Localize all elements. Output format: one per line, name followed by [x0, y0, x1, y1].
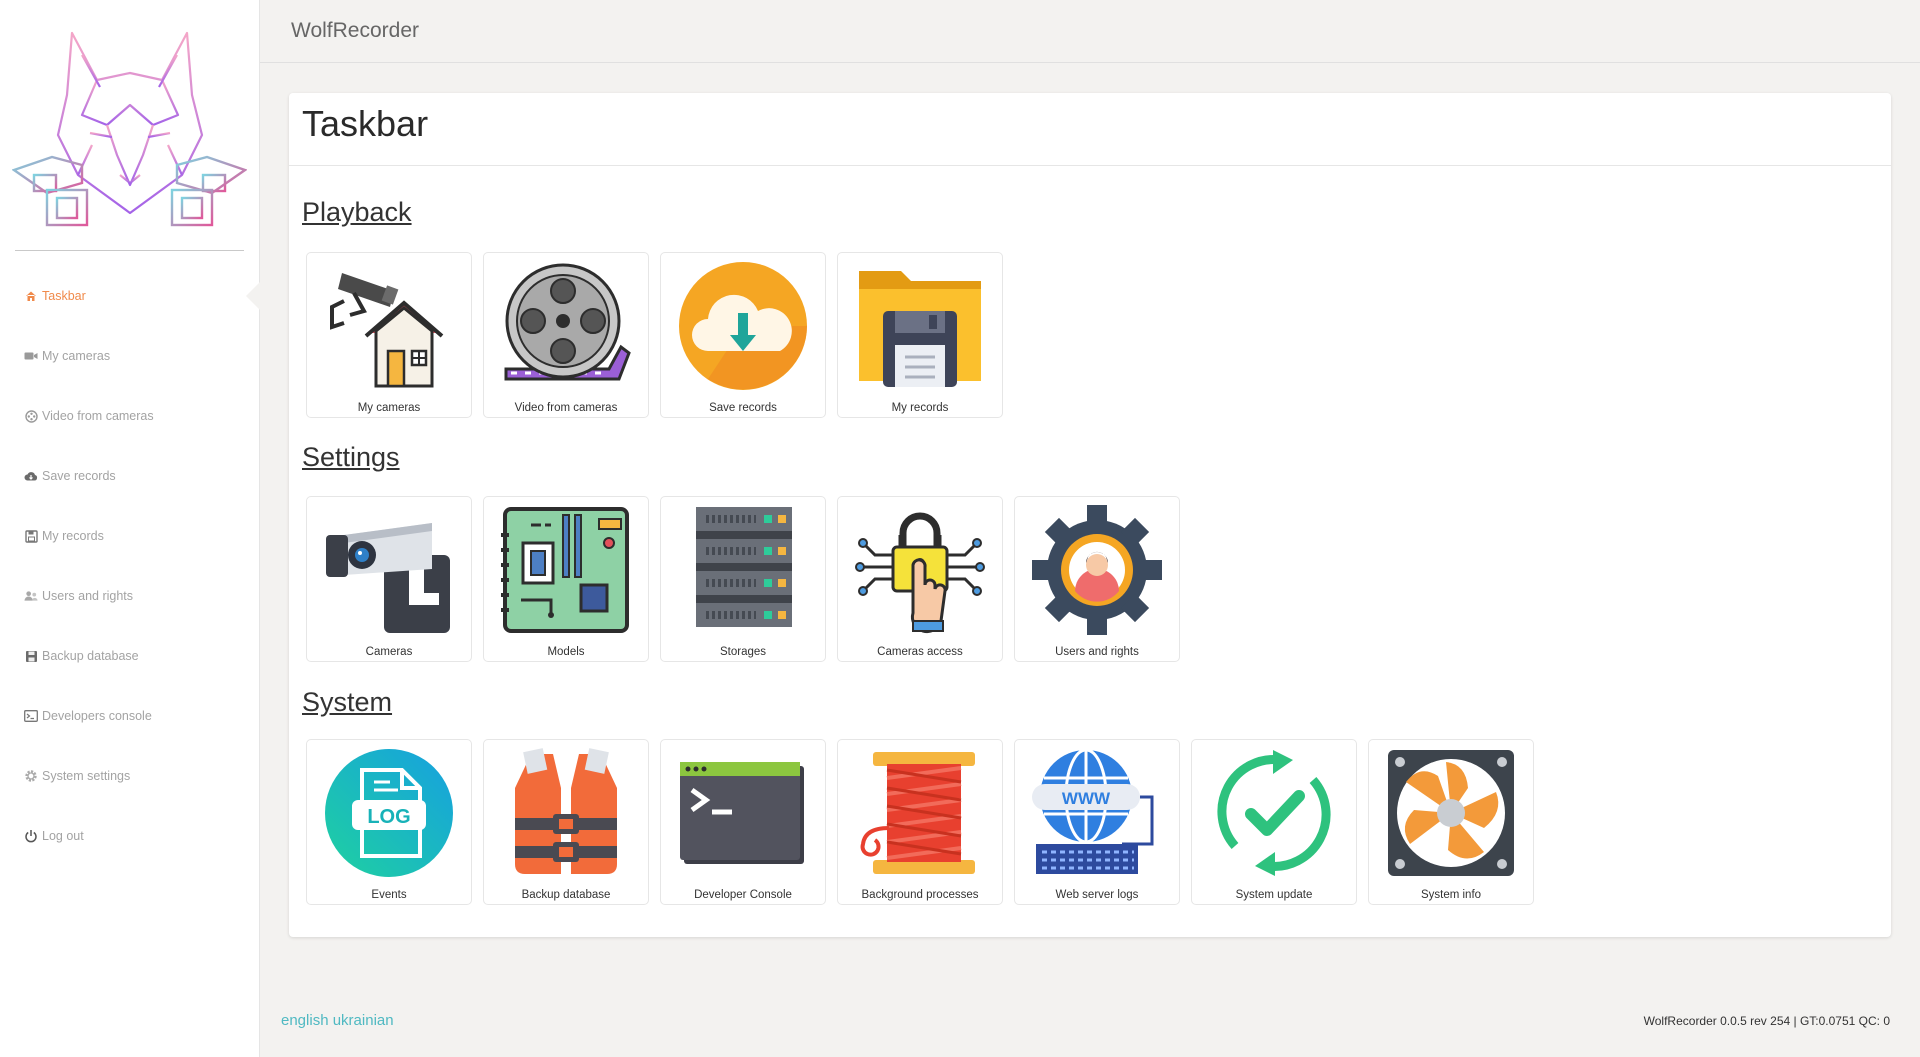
- section-title-settings: Settings: [302, 442, 400, 472]
- sidebar-item-label: Save records: [42, 469, 116, 483]
- tile-storages[interactable]: Storages: [660, 496, 826, 662]
- tile-cameras[interactable]: Cameras: [306, 496, 472, 662]
- film-reel-icon: [24, 409, 38, 423]
- tile-label: Developer Console: [694, 889, 792, 901]
- section-title-system: System: [302, 687, 393, 717]
- user-gear-icon: [1032, 505, 1162, 635]
- tile-save-records[interactable]: Save records: [660, 252, 826, 418]
- thread-spool-icon: [860, 752, 975, 874]
- tile-label: Cameras access: [877, 646, 963, 658]
- cctv-house-icon: [330, 273, 444, 388]
- language-switcher: english ukrainian: [281, 1012, 394, 1029]
- svg-text:WWW: WWW: [1062, 789, 1111, 808]
- sidebar-item-users-and-rights[interactable]: Users and rights: [0, 566, 259, 626]
- section-title-playback: Playback: [302, 197, 412, 227]
- app-title: WolfRecorder: [291, 19, 419, 42]
- sidebar-item-my-cameras[interactable]: My cameras: [0, 326, 259, 386]
- sidebar-item-save-records[interactable]: Save records: [0, 446, 259, 506]
- tile-background-processes[interactable]: Background processes: [837, 739, 1003, 905]
- sidebar-divider: [15, 250, 244, 251]
- language-english-link[interactable]: english: [281, 1012, 329, 1029]
- tile-label: Storages: [719, 646, 767, 658]
- tile-system-info[interactable]: System info: [1368, 739, 1534, 905]
- tile-label: Save records: [709, 402, 777, 414]
- sidebar-nav: Taskbar My cameras Video from cameras Sa…: [0, 266, 260, 866]
- tile-label: Cameras: [365, 646, 413, 658]
- sidebar-item-backup-database[interactable]: Backup database: [0, 626, 259, 686]
- users-icon: [24, 589, 38, 603]
- life-vest-icon: [515, 748, 617, 874]
- sidebar-item-developers-console[interactable]: Developers console: [0, 686, 259, 746]
- sidebar-item-taskbar[interactable]: Taskbar: [0, 266, 260, 326]
- tile-my-records[interactable]: My records: [837, 252, 1003, 418]
- cloud-download-icon: [679, 262, 807, 390]
- tile-backup-database[interactable]: Backup database: [483, 739, 649, 905]
- sidebar-item-label: Taskbar: [42, 289, 86, 303]
- tile-developer-console[interactable]: Developer Console: [660, 739, 826, 905]
- www-globe-icon: WWW: [1032, 748, 1154, 874]
- tile-label: My cameras: [357, 402, 421, 414]
- taskbar-panel: Taskbar Playback My cameras Video from c…: [289, 93, 1891, 937]
- sidebar-item-system-settings[interactable]: System settings: [0, 746, 259, 806]
- page-title: Taskbar: [302, 103, 429, 144]
- gear-icon: [24, 769, 38, 783]
- sidebar-item-label: Developers console: [42, 709, 152, 723]
- folder-floppy-icon: [859, 271, 981, 387]
- tile-label: Backup database: [521, 889, 611, 901]
- title-divider: [289, 165, 1891, 166]
- server-rack-icon: [696, 507, 792, 627]
- update-check-icon: [1217, 750, 1331, 876]
- tile-system-update[interactable]: System update: [1191, 739, 1357, 905]
- top-bar: WolfRecorder: [260, 0, 1920, 63]
- home-icon: [24, 289, 38, 303]
- sidebar-item-label: Backup database: [42, 649, 139, 663]
- tile-web-server-logs[interactable]: WWW Web server logs: [1014, 739, 1180, 905]
- tile-label: Models: [547, 646, 585, 658]
- tile-label: Users and rights: [1055, 646, 1139, 658]
- svg-text:LOG: LOG: [367, 806, 410, 828]
- cooling-fan-icon: [1388, 750, 1514, 876]
- tile-models[interactable]: Models: [483, 496, 649, 662]
- tile-cameras-access[interactable]: Cameras access: [837, 496, 1003, 662]
- sidebar-item-log-out[interactable]: Log out: [0, 806, 259, 866]
- terminal-icon: [24, 709, 38, 723]
- tile-label: Video from cameras: [514, 402, 618, 414]
- sidebar-item-label: Users and rights: [42, 589, 134, 603]
- console-window-icon: [680, 762, 804, 864]
- tile-video-from-cameras[interactable]: Video from cameras: [483, 252, 649, 418]
- settings-tiles: Cameras Models Storages Cameras access U…: [306, 496, 1180, 662]
- film-reel-icon: [504, 263, 631, 381]
- tile-label: My records: [891, 402, 949, 414]
- power-icon: [24, 829, 38, 843]
- sidebar: Taskbar My cameras Video from cameras Sa…: [0, 0, 260, 1057]
- sidebar-item-video-from-cameras[interactable]: Video from cameras: [0, 386, 259, 446]
- sidebar-item-label: System settings: [42, 769, 131, 783]
- wolf-logo[interactable]: [12, 25, 247, 230]
- tile-label: Events: [371, 889, 407, 901]
- log-file-icon: LOG: [325, 749, 453, 877]
- playback-tiles: My cameras Video from cameras Save recor…: [306, 252, 1003, 418]
- padlock-touch-icon: [855, 512, 985, 634]
- sidebar-item-label: My records: [42, 529, 104, 543]
- version-info: WolfRecorder 0.0.5 rev 254 | GT:0.0751 Q…: [1643, 1014, 1890, 1028]
- tile-label: System info: [1420, 889, 1482, 901]
- save-icon: [24, 649, 38, 663]
- tile-label: Background processes: [861, 889, 979, 901]
- motherboard-icon: [501, 507, 629, 633]
- floppy-disk-icon: [24, 529, 38, 543]
- sidebar-item-my-records[interactable]: My records: [0, 506, 259, 566]
- sidebar-item-label: My cameras: [42, 349, 111, 363]
- tile-label: Web server logs: [1055, 889, 1139, 901]
- sidebar-item-label: Log out: [42, 829, 84, 843]
- sidebar-item-label: Video from cameras: [42, 409, 154, 423]
- video-camera-icon: [24, 349, 38, 363]
- language-ukrainian-link[interactable]: ukrainian: [333, 1012, 394, 1029]
- cloud-download-icon: [24, 469, 38, 483]
- tile-my-cameras[interactable]: My cameras: [306, 252, 472, 418]
- system-tiles: LOG Events Backup database Developer Con…: [306, 739, 1534, 905]
- tile-events[interactable]: LOG Events: [306, 739, 472, 905]
- tile-label: System update: [1235, 889, 1313, 901]
- tile-users-and-rights[interactable]: Users and rights: [1014, 496, 1180, 662]
- security-camera-icon: [326, 523, 450, 633]
